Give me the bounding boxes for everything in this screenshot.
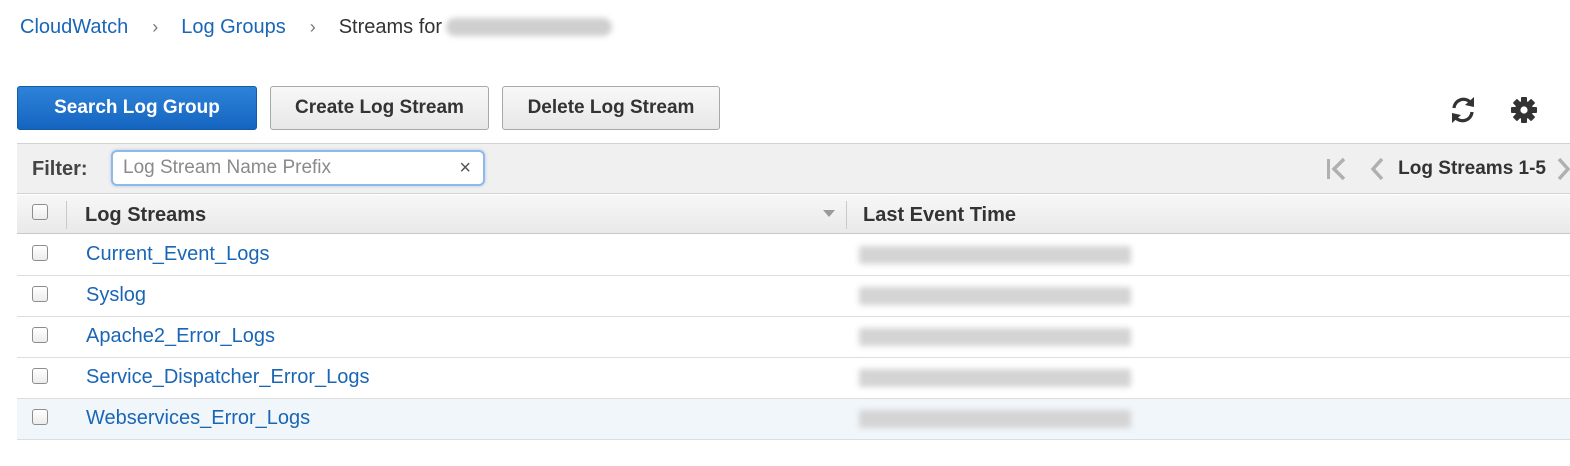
next-page-icon[interactable] (1556, 156, 1570, 182)
log-stream-link[interactable]: Service_Dispatcher_Error_Logs (86, 366, 369, 389)
table-row[interactable]: Current_Event_Logs (17, 235, 1570, 276)
last-event-time (859, 246, 1131, 265)
breadcrumb: CloudWatch › Log Groups › Streams for (20, 13, 613, 41)
breadcrumb-cloudwatch-link[interactable]: CloudWatch (20, 16, 128, 39)
breadcrumb-separator-icon: › (309, 16, 316, 37)
redacted-timestamp (859, 328, 1131, 346)
log-stream-link[interactable]: Webservices_Error_Logs (86, 407, 310, 430)
table-row[interactable]: Webservices_Error_Logs (17, 399, 1570, 440)
redacted-timestamp (859, 410, 1131, 428)
select-all-checkbox[interactable] (32, 204, 48, 220)
toolbar: Search Log Group Create Log Stream Delet… (17, 86, 720, 130)
filter-input-wrapper: × (111, 150, 485, 186)
row-checkbox[interactable] (32, 327, 48, 343)
column-resize-handle[interactable] (846, 201, 847, 229)
breadcrumb-log-groups-link[interactable]: Log Groups (181, 16, 286, 39)
table-row[interactable]: Apache2_Error_Logs (17, 317, 1570, 358)
refresh-icon[interactable] (1446, 93, 1480, 127)
breadcrumb-current: Streams for (338, 15, 443, 38)
redacted-timestamp (859, 246, 1131, 264)
column-header-last-event-time[interactable]: Last Event Time (863, 204, 1016, 227)
row-checkbox[interactable] (32, 368, 48, 384)
log-stream-link[interactable]: Syslog (86, 284, 146, 307)
search-log-group-button[interactable]: Search Log Group (17, 86, 257, 130)
table-row[interactable]: Service_Dispatcher_Error_Logs (17, 358, 1570, 399)
breadcrumb-separator-icon: › (152, 16, 159, 37)
pagination-label: Log Streams 1-5 (1398, 157, 1546, 179)
previous-page-icon[interactable] (1368, 156, 1386, 182)
delete-log-stream-button[interactable]: Delete Log Stream (502, 86, 720, 130)
last-event-time (859, 410, 1131, 429)
filter-bar: Filter: × Log Streams 1-5 (17, 143, 1570, 194)
redacted-timestamp (859, 369, 1131, 387)
first-page-icon[interactable] (1324, 156, 1350, 182)
last-event-time (859, 328, 1131, 347)
log-stream-prefix-filter-input[interactable] (123, 154, 443, 182)
row-checkbox[interactable] (32, 409, 48, 425)
last-event-time (859, 369, 1131, 388)
table-row[interactable]: Syslog (17, 276, 1570, 317)
sort-descending-icon[interactable] (823, 210, 835, 218)
pagination: Log Streams 1-5 (1324, 144, 1570, 193)
gear-icon[interactable] (1507, 93, 1541, 127)
redacted-log-group-name (446, 18, 613, 36)
clear-filter-icon[interactable]: × (459, 157, 471, 179)
redacted-timestamp (859, 287, 1131, 305)
row-checkbox[interactable] (32, 245, 48, 261)
row-checkbox[interactable] (32, 286, 48, 302)
log-stream-link[interactable]: Current_Event_Logs (86, 243, 269, 266)
table-header: Log Streams Last Event Time (17, 195, 1570, 234)
log-stream-link[interactable]: Apache2_Error_Logs (86, 325, 275, 348)
column-header-log-streams[interactable]: Log Streams (85, 204, 206, 227)
create-log-stream-button[interactable]: Create Log Stream (270, 86, 489, 130)
last-event-time (859, 287, 1131, 306)
column-divider (66, 201, 67, 229)
filter-label: Filter: (32, 158, 88, 180)
